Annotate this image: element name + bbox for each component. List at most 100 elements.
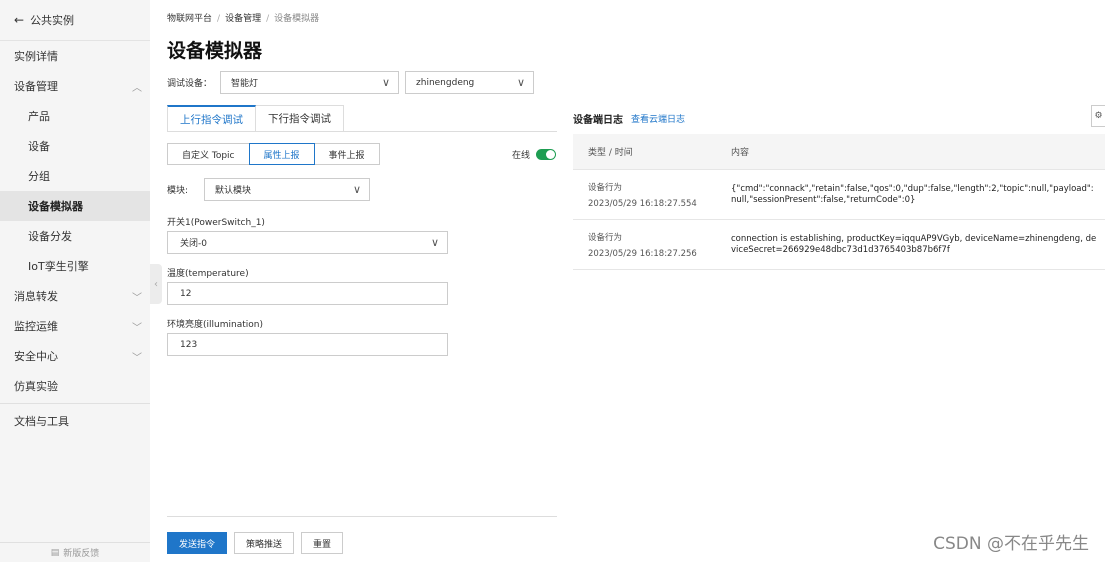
device-log-title: 设备端日志 [573, 114, 623, 126]
log-content: {"cmd":"connack","retain":false,"qos":0,… [731, 183, 1094, 205]
module-select[interactable]: 默认模块 ∨ [204, 178, 371, 201]
sidebar-nav: 实例详情 设备管理 ︿ 产品 设备 分组 设备模拟器 设备分发 IoT孪生引擎 消… [0, 41, 150, 436]
switch-field-label: 开关1(PowerSwitch_1) [167, 218, 265, 228]
chevron-down-icon: ∨ [352, 183, 362, 196]
sidebar-item-simulation-lab[interactable]: 仿真实验 [0, 371, 150, 401]
sidebar-item-device-management[interactable]: 设备管理 ︿ [0, 71, 150, 101]
table-header: 类型 / 时间 内容 [573, 134, 1105, 170]
sidebar-item-device-simulator[interactable]: 设备模拟器 [0, 191, 150, 221]
sidebar: ← 公共实例 实例详情 设备管理 ︿ 产品 设备 分组 设备模拟器 设备分发 Io… [0, 0, 150, 562]
chevron-left-icon: ‹ [154, 278, 158, 290]
sidebar-item-label: 文档与工具 [14, 415, 69, 428]
arrow-left-icon: ← [14, 13, 25, 27]
tab-uplink[interactable]: 上行指令调试 [167, 105, 256, 131]
chevron-down-icon: ∨ [516, 76, 526, 89]
reset-button[interactable]: 重置 [301, 532, 344, 554]
sidebar-item-label: 设备管理 [14, 80, 58, 93]
module-label: 模块: [167, 186, 189, 196]
log-content: connection is establishing, productKey=i… [731, 233, 1097, 255]
segment-custom-topic[interactable]: 自定义 Topic [167, 143, 250, 165]
sidebar-item-device-distribution[interactable]: 设备分发 [0, 221, 150, 251]
report-type-segments: 自定义 Topic 属性上报 事件上报 [167, 143, 380, 165]
sidebar-item-security[interactable]: 安全中心 ﹀ [0, 341, 150, 371]
back-to-instances[interactable]: ← 公共实例 [0, 0, 150, 41]
sidebar-item-group[interactable]: 分组 [0, 161, 150, 191]
log-settings-icon[interactable]: ⚙ [1091, 105, 1105, 127]
online-toggle[interactable] [536, 149, 557, 160]
sidebar-item-label: 设备 [28, 140, 50, 153]
chevron-down-icon: ﹀ [132, 292, 142, 304]
debug-tabs: 上行指令调试 下行指令调试 [167, 105, 344, 131]
device-selector-row: 调试设备： 智能灯 ∨ zhinengdeng ∨ [167, 71, 535, 94]
sidebar-divider [0, 403, 150, 404]
illumination-field-label: 环境亮度(illumination) [167, 320, 263, 330]
sidebar-item-label: IoT孪生引擎 [28, 260, 89, 273]
device-log-table: 类型 / 时间 内容 设备行为 2023/05/29 16:18:27.554 … [573, 134, 1105, 270]
column-header-content: 内容 [731, 148, 750, 158]
sidebar-item-label: 设备分发 [28, 230, 72, 243]
column-header-type-time: 类型 / 时间 [588, 148, 633, 158]
temperature-input[interactable]: 12 [167, 282, 448, 305]
table-row: 设备行为 2023/05/29 16:18:27.256 connection … [573, 220, 1105, 270]
log-time: 2023/05/29 16:18:27.554 [588, 198, 697, 209]
sidebar-item-label: 仿真实验 [14, 380, 58, 393]
temperature-input-value: 12 [180, 288, 192, 299]
sidebar-item-message-forwarding[interactable]: 消息转发 ﹀ [0, 281, 150, 311]
device-name-select[interactable]: zhinengdeng ∨ [405, 71, 535, 94]
device-log-panel: 设备端日志 查看云端日志 ⚙ 类型 / 时间 内容 设备行为 2023/05/2… [573, 105, 1105, 270]
cloud-log-link[interactable]: 查看云端日志 [631, 112, 685, 125]
log-type: 设备行为 [588, 232, 623, 243]
breadcrumb-item[interactable]: 物联网平台 [167, 14, 212, 24]
log-time: 2023/05/29 16:18:27.256 [588, 248, 697, 259]
watermark: CSDN @不在乎先生 [933, 534, 1089, 554]
sidebar-collapse-handle[interactable]: ‹ [150, 264, 162, 304]
send-command-button[interactable]: 发送指令 [167, 532, 228, 554]
sidebar-item-product[interactable]: 产品 [0, 101, 150, 131]
device-name-value: zhinengdeng [416, 77, 475, 88]
sidebar-item-label: 安全中心 [14, 350, 58, 363]
sidebar-item-label: 设备模拟器 [28, 200, 83, 213]
sidebar-item-docs-tools[interactable]: 文档与工具 [0, 406, 150, 436]
sidebar-item-monitoring[interactable]: 监控运维 ﹀ [0, 311, 150, 341]
chevron-down-icon: ∨ [430, 236, 439, 249]
tabs-divider [167, 131, 557, 132]
main-content: 物联网平台 / 设备管理 / 设备模拟器 设备模拟器 调试设备： 智能灯 ∨ zhine… [167, 0, 1105, 562]
back-label: 公共实例 [30, 14, 75, 27]
sidebar-item-iot-twin[interactable]: IoT孪生引擎 [0, 251, 150, 281]
segment-property-report[interactable]: 属性上报 [248, 143, 315, 165]
sidebar-item-label: 监控运维 [14, 320, 58, 333]
log-type: 设备行为 [588, 182, 623, 193]
illumination-input-value: 123 [180, 339, 198, 350]
table-row: 设备行为 2023/05/29 16:18:27.554 {"cmd":"con… [573, 170, 1105, 220]
form-footer-divider [167, 516, 557, 517]
switch-select[interactable]: 关闭-0 ∨ [167, 231, 448, 254]
chevron-down-icon: ∨ [381, 76, 391, 89]
sidebar-item-label: 消息转发 [14, 290, 58, 303]
sidebar-item-label: 分组 [28, 170, 50, 183]
sidebar-item-label: 实例详情 [14, 50, 58, 63]
product-select[interactable]: 智能灯 ∨ [220, 71, 400, 94]
breadcrumb-current: 设备模拟器 [274, 14, 320, 24]
sidebar-item-device[interactable]: 设备 [0, 131, 150, 161]
online-label: 在线 [512, 151, 531, 161]
breadcrumb-item[interactable]: 设备管理 [225, 14, 261, 24]
illumination-input[interactable]: 123 [167, 333, 448, 356]
chevron-down-icon: ﹀ [132, 322, 142, 334]
module-select-value: 默认模块 [215, 186, 252, 196]
feedback-icon: ▤ [50, 547, 60, 558]
page-title: 设备模拟器 [167, 40, 263, 62]
action-buttons: 发送指令 策略推送 重置 [167, 532, 350, 554]
chevron-up-icon: ︿ [132, 82, 142, 94]
module-row: 模块: 默认模块 ∨ [167, 178, 371, 201]
policy-push-button[interactable]: 策略推送 [234, 532, 295, 554]
chevron-down-icon: ﹀ [132, 352, 142, 364]
feedback-label: 新版反馈 [63, 549, 100, 559]
sidebar-item-instance-detail[interactable]: 实例详情 [0, 41, 150, 71]
online-status: 在线 [512, 148, 557, 161]
tab-downlink[interactable]: 下行指令调试 [256, 105, 344, 131]
feedback-link[interactable]: ▤ 新版反馈 [0, 542, 150, 562]
segment-event-report[interactable]: 事件上报 [313, 143, 380, 165]
switch-select-value: 关闭-0 [180, 239, 207, 249]
temperature-field-label: 温度(temperature) [167, 269, 249, 279]
device-label: 调试设备： [167, 79, 213, 89]
